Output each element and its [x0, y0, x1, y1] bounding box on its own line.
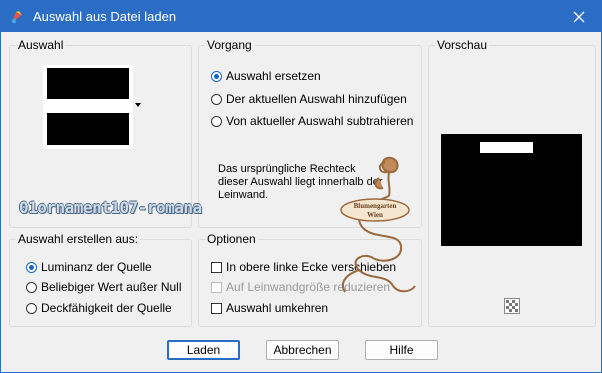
- vorschau-group-label: Vorschau: [435, 38, 490, 52]
- radio-label: Deckfähigkeit der Quelle: [41, 301, 172, 315]
- checkbox-indicator: [211, 281, 222, 293]
- radio-source-opacity[interactable]: Deckfähigkeit der Quelle: [26, 300, 172, 316]
- radio-subtract-from-selection[interactable]: Von aktueller Auswahl subtrahieren: [211, 113, 413, 129]
- close-icon: [573, 11, 585, 22]
- thumbnail-block-bottom: [47, 113, 129, 145]
- auswahl-group-label: Auswahl: [16, 38, 66, 52]
- checkbox-label: Auswahl umkehren: [226, 301, 329, 315]
- checkbox-invert-selection[interactable]: Auswahl umkehren: [211, 300, 328, 316]
- radio-label: Von aktueller Auswahl subtrahieren: [226, 114, 414, 128]
- stamp-text-line1: Blumengarten: [354, 202, 397, 210]
- selection-thumbnail-dropdown[interactable]: [43, 65, 143, 149]
- radio-indicator: [211, 93, 222, 105]
- radio-any-nonzero[interactable]: Beliebiger Wert außer Null: [26, 279, 182, 295]
- preview-canvas: [441, 134, 582, 246]
- thumbnail-block-top: [47, 68, 129, 99]
- dropdown-arrow-icon: [135, 103, 141, 107]
- preview-selection-rect: [480, 142, 533, 153]
- radio-indicator: [211, 115, 222, 127]
- decorative-stamp-icon: Blumengarten Wien: [340, 156, 416, 293]
- title-bar[interactable]: Auswahl aus Datei laden: [1, 1, 601, 32]
- cancel-button[interactable]: Abbrechen: [266, 340, 339, 360]
- transparency-checker-icon: [504, 298, 520, 314]
- radio-indicator: [26, 302, 37, 314]
- app-icon: [11, 11, 22, 24]
- help-button[interactable]: Hilfe: [365, 340, 438, 360]
- checkbox-indicator: [211, 302, 222, 314]
- selection-thumbnail: [43, 65, 133, 149]
- watermark-text: 01ornament107-romana: [19, 198, 202, 217]
- radio-indicator: [26, 261, 37, 273]
- close-button[interactable]: [557, 1, 601, 32]
- erstellen-group-label: Auswahl erstellen aus:: [16, 232, 141, 246]
- vorgang-group-label: Vorgang: [205, 38, 254, 52]
- checkbox-indicator: [211, 261, 222, 273]
- transparency-checker-button[interactable]: [504, 298, 520, 314]
- radio-label: Auswahl ersetzen: [226, 69, 321, 83]
- load-button[interactable]: Laden: [167, 340, 240, 360]
- window-title: Auswahl aus Datei laden: [33, 9, 177, 24]
- radio-source-luminance[interactable]: Luminanz der Quelle: [26, 259, 152, 275]
- radio-add-to-selection[interactable]: Der aktuellen Auswahl hinzufügen: [211, 91, 407, 107]
- radio-indicator: [26, 281, 37, 293]
- radio-replace-selection[interactable]: Auswahl ersetzen: [211, 68, 321, 84]
- radio-label: Luminanz der Quelle: [41, 260, 152, 274]
- radio-label: Der aktuellen Auswahl hinzufügen: [226, 92, 407, 106]
- radio-label: Beliebiger Wert außer Null: [41, 280, 182, 294]
- dialog-window: Auswahl aus Datei laden Auswahl Vorgang …: [0, 0, 602, 373]
- radio-indicator: [211, 70, 222, 82]
- optionen-group-label: Optionen: [205, 232, 258, 246]
- stamp-text-line2: Wien: [367, 211, 383, 219]
